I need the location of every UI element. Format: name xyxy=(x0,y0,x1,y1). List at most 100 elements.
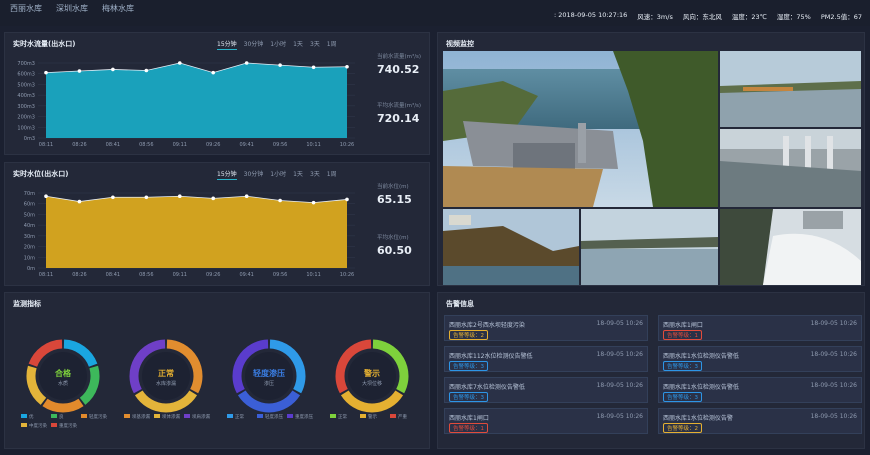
x-tick-label: 09:56 xyxy=(273,272,287,278)
alert-item[interactable]: 西丽水库7水位检测仪告警低 18-09-05 10:26 告警等级：3 xyxy=(444,377,648,403)
flow-current-label: 当前水流量(m³/s) xyxy=(377,54,422,60)
alert-date: 18-09-05 10:26 xyxy=(596,320,643,327)
tab-shenzhen[interactable]: 深圳水库 xyxy=(56,3,88,14)
alert-date: 18-09-05 10:26 xyxy=(810,413,857,420)
humidity: 湿度：75% xyxy=(776,13,811,21)
y-tick-label: 20m xyxy=(24,245,35,251)
legend-swatch xyxy=(51,423,57,427)
data-point xyxy=(345,197,349,202)
data-point xyxy=(244,194,249,199)
y-tick-label: 70m xyxy=(24,191,35,197)
tab-xili[interactable]: 西丽水库 xyxy=(10,3,42,14)
y-tick-label: 0m3 xyxy=(24,136,35,142)
legend-label: 坝体渗漏 xyxy=(162,413,180,420)
wind-speed: 风速：3m/s xyxy=(637,13,673,21)
y-tick-label: 10m xyxy=(24,255,35,261)
legend-swatch xyxy=(360,414,366,418)
alert-level-badge: 告警等级：3 xyxy=(449,361,488,371)
video-panel: 视频监控 xyxy=(437,32,865,286)
alert-level-badge: 告警等级：1 xyxy=(663,330,702,340)
camera-hillside[interactable] xyxy=(443,209,579,285)
alerts-panel: 告警信息 西丽水库2号西水坝轻度污染 18-09-05 10:26 告警等级：2 西丽… xyxy=(437,292,865,449)
camera-discharge[interactable] xyxy=(720,209,861,285)
legend-swatch xyxy=(330,414,336,418)
pm25: PM2.5值：67 xyxy=(820,13,862,21)
legend-label: 良 xyxy=(59,413,64,420)
alert-text: 西丽水库1水位检测仪告警低 xyxy=(663,353,739,360)
gauge-status: 警示 xyxy=(363,368,380,378)
x-tick-label: 10:11 xyxy=(306,142,320,148)
tab-meilin[interactable]: 梅林水库 xyxy=(102,3,134,14)
y-tick-label: 200m3 xyxy=(17,115,35,121)
data-point xyxy=(177,194,182,199)
area-fill xyxy=(46,196,347,268)
camera-lake[interactable] xyxy=(581,209,718,285)
y-tick-label: 50m xyxy=(24,212,35,218)
y-tick-label: 500m3 xyxy=(17,82,35,88)
alert-text: 西丽水库7水位检测仪告警低 xyxy=(449,384,525,391)
data-point xyxy=(278,198,282,203)
x-tick-label: 08:41 xyxy=(106,142,120,148)
level-average-label: 平均水位(m) xyxy=(377,235,409,241)
alert-text: 西丽水库1水位检测仪告警 xyxy=(663,415,733,422)
datetime: : 2018-09-05 10:27:16 xyxy=(553,11,628,19)
area-fill xyxy=(46,63,347,138)
legend-swatch xyxy=(184,414,190,418)
alert-item[interactable]: 西丽水库1闸口 18-09-05 10:26 告警等级：1 xyxy=(658,315,862,341)
alert-level-badge: 告警等级：2 xyxy=(663,423,702,433)
data-point xyxy=(77,69,82,73)
alert-item[interactable]: 西丽水库1水位检测仪告警 18-09-05 10:26 告警等级：2 xyxy=(658,408,862,434)
indicators-panel: 监测指标 合格 水质优良轻度污染 中度污染 重度污染 正常 水库渗漏 坝基渗漏 坝体渗漏 坝肩渗… xyxy=(4,292,430,449)
alert-date: 18-09-05 10:26 xyxy=(810,351,857,358)
x-tick-label: 09:56 xyxy=(273,142,287,148)
gauge-sub: 渗压 xyxy=(264,380,274,387)
alert-text: 西丽水库1闸口 xyxy=(449,415,489,422)
gauge-status: 合格 xyxy=(54,368,72,378)
gauge-segment xyxy=(42,398,84,413)
alert-item[interactable]: 西丽水库112水位检测仪告警低 18-09-05 10:26 告警等级：3 xyxy=(444,346,648,372)
legend-swatch xyxy=(124,414,130,418)
x-tick-label: 10:11 xyxy=(306,272,320,278)
x-tick-label: 09:41 xyxy=(239,272,253,278)
x-tick-label: 09:11 xyxy=(173,272,187,278)
x-tick-label: 08:11 xyxy=(39,142,53,148)
legend-swatch xyxy=(390,414,396,418)
alert-level-badge: 告警等级：3 xyxy=(663,361,702,371)
alert-date: 18-09-05 10:26 xyxy=(810,382,857,389)
data-point xyxy=(211,196,216,201)
level-average-value: 60.50 xyxy=(377,244,412,257)
data-point xyxy=(311,200,316,205)
alert-text: 西丽水库112水位检测仪告警低 xyxy=(449,353,533,360)
legend-swatch xyxy=(287,414,293,418)
flow-current: 当前水流量(m³/s) 740.52 xyxy=(377,52,421,76)
data-point xyxy=(345,64,349,69)
y-tick-label: 300m3 xyxy=(17,104,35,110)
alert-item[interactable]: 西丽水库1闸口 18-09-05 10:26 告警等级：1 xyxy=(444,408,648,434)
legend-swatch xyxy=(81,414,87,418)
data-point xyxy=(144,195,149,200)
legend-swatch xyxy=(51,414,57,418)
alert-item[interactable]: 西丽水库1水位检测仪告警低 18-09-05 10:26 告警等级：3 xyxy=(658,346,862,372)
indicator-gauges: 合格水质优良轻度污染中度污染 重度污染正常水库渗漏坝基渗漏 坝体渗漏 坝肩渗漏轻度渗压… xyxy=(21,339,409,429)
flow-panel: 实时水流量(出水口) 15分钟 30分钟 1小时 1天 3天 1周 0m3 100m3 200… xyxy=(4,32,430,155)
y-tick-label: 700m3 xyxy=(17,61,35,67)
alert-item[interactable]: 西丽水库1水位检测仪告警低 18-09-05 10:26 告警等级：3 xyxy=(658,377,862,403)
data-point xyxy=(311,65,316,70)
legend-label: 严重 xyxy=(398,413,407,420)
flow-current-value: 740.52 xyxy=(377,63,420,76)
legend-swatch xyxy=(21,423,27,427)
x-tick-label: 09:41 xyxy=(239,142,253,148)
y-tick-label: 60m xyxy=(24,202,35,208)
legend-swatch xyxy=(21,414,27,418)
top-bar: 西丽水库 深圳水库 梅林水库 : 2018-09-05 10:27:16 风速：… xyxy=(0,0,870,26)
alert-text: 西丽水库1水位检测仪告警低 xyxy=(663,384,739,391)
legend-label: 坝肩渗漏 xyxy=(192,413,210,420)
alert-item[interactable]: 西丽水库2号西水坝轻度污染 18-09-05 10:26 告警等级：2 xyxy=(444,315,648,341)
x-tick-label: 10:26 xyxy=(340,142,354,148)
camera-spillway[interactable] xyxy=(720,129,861,207)
legend-swatch xyxy=(154,414,160,418)
camera-main-dam[interactable] xyxy=(443,51,718,207)
x-tick-label: 08:11 xyxy=(39,272,53,278)
camera-reservoir-aerial[interactable] xyxy=(720,51,861,127)
alert-date: 18-09-05 10:26 xyxy=(596,413,643,420)
